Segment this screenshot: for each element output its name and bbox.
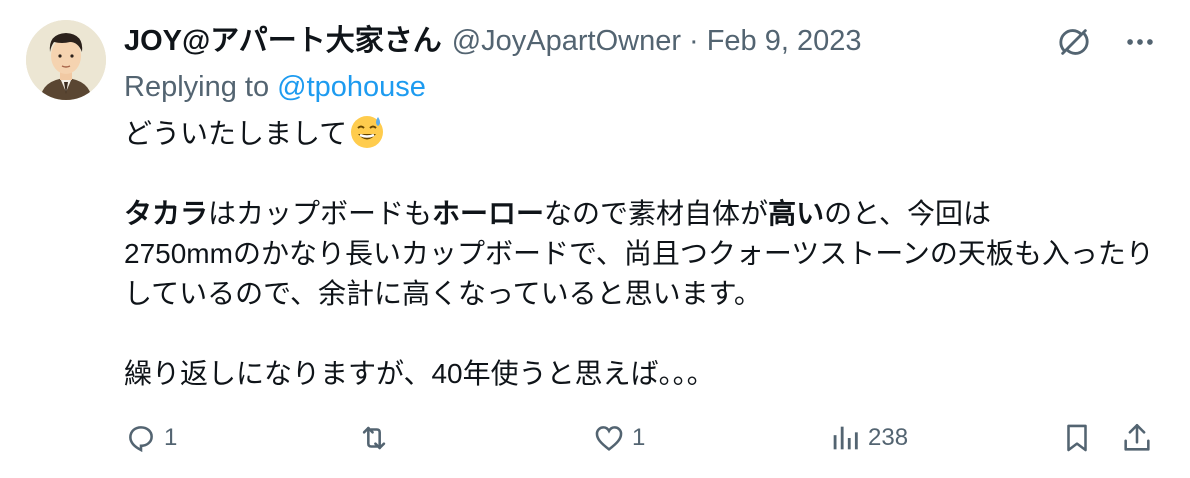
- top-actions: [1054, 22, 1160, 62]
- bold-takara: タカラ: [124, 198, 209, 229]
- tweet-line-1-text: どういたしまして: [124, 118, 348, 149]
- view-count: 238: [868, 424, 909, 451]
- sweat-smile-emoji: [351, 116, 384, 148]
- avatar-image: [26, 20, 106, 100]
- action-bar: 1 1 238: [124, 418, 1164, 458]
- display-name[interactable]: JOY@アパート大家さん: [124, 22, 442, 60]
- tweet-paragraph-3: 繰り返しになりますが、40年使うと思えば。。。: [124, 358, 715, 389]
- like-count: 1: [632, 424, 646, 451]
- bookmark-icon: [1067, 424, 1087, 452]
- heart-icon: [595, 426, 623, 451]
- like-button[interactable]: 1: [592, 418, 645, 458]
- text-seg: のと、今回は: [824, 198, 991, 229]
- text-seg: なので素材自体が: [544, 198, 769, 229]
- text-seg: はカップボードも: [208, 198, 433, 229]
- replying-to-mention[interactable]: @tpohouse: [277, 71, 426, 103]
- views-button[interactable]: 238: [828, 418, 908, 458]
- bookmark-button[interactable]: [1060, 418, 1094, 458]
- share-icon: [1124, 423, 1150, 451]
- retweet-button[interactable]: [357, 418, 391, 458]
- separator: ·: [689, 25, 699, 57]
- tweet-line-1: どういたしまして: [124, 114, 1164, 154]
- share-button[interactable]: [1120, 418, 1154, 458]
- replying-to: Replying to @tpohouse: [124, 68, 426, 106]
- tweet-paragraph-2: タカラはカップボードもホーローなので素材自体が高いのと、今回は 2750mmのかな…: [124, 194, 1164, 314]
- user-handle[interactable]: @JoyApartOwner: [452, 22, 681, 60]
- tweet-text: どういたしまして タカラはカップボードもホーローなので素材自体が高いのと、今回は…: [124, 114, 1164, 394]
- tweet-date[interactable]: Feb 9, 2023: [707, 22, 862, 60]
- retweet-icon: [362, 426, 386, 450]
- text-seg: 2750mmのかなり長いカップボードで、尚且つクォーツストーンの天板も入ったりし…: [124, 238, 1154, 309]
- bold-horo: ホーロー: [432, 198, 545, 229]
- grok-icon[interactable]: [1054, 22, 1094, 62]
- reply-count: 1: [164, 424, 178, 451]
- replying-to-label: Replying to: [124, 71, 270, 103]
- reply-icon: [129, 426, 153, 453]
- tweet-header: JOY@アパート大家さん @JoyApartOwner · Feb 9, 202…: [124, 22, 1060, 60]
- more-icon[interactable]: [1120, 22, 1160, 62]
- bold-takai: 高い: [768, 198, 825, 229]
- reply-button[interactable]: 1: [124, 418, 177, 458]
- avatar[interactable]: [26, 20, 106, 100]
- views-icon: [833, 426, 858, 450]
